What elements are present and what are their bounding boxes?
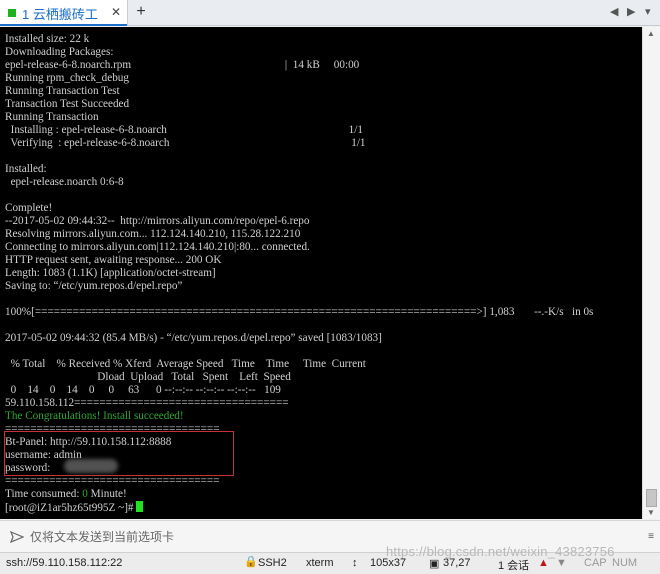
scroll-up-icon[interactable]: ▲ [647,29,655,38]
lock-icon: 🔒 [244,556,258,568]
credentials-highlight-box [4,431,234,476]
terminal-type: xterm [306,557,334,569]
terminal-lines-before: Installed size: 22 k Downloading Package… [5,33,594,409]
terminal-cursor [136,501,144,512]
watermark: https://blog.csdn.net/weixin_43823756 [386,544,615,559]
terminal-output[interactable]: Installed size: 22 k Downloading Package… [0,27,642,519]
tab-list-menu-icon[interactable]: ▾ [645,5,651,18]
num-lock-indicator: NUM [612,557,638,569]
terminal-scrollbar[interactable]: ▲ ▼ [642,27,660,519]
add-tab-button[interactable]: + [132,3,150,21]
success-message: The Congratulations! Install succeeded! [5,410,184,422]
tab-label: 1 云栖搬砖工 [22,6,98,22]
time-consumed-unit: Minute! [87,488,127,500]
session-count: 1 会话 [498,560,530,572]
redacted-password [64,459,118,473]
scroll-down-icon[interactable]: ▼ [647,508,655,517]
active-tab-indicator [0,24,127,26]
scroll-tabs-right-icon[interactable]: ▶ [627,5,635,18]
scroll-tabs-left-icon[interactable]: ◀ [610,5,618,18]
protocol-label: SSH2 [258,557,287,569]
connection-status-icon [8,9,16,17]
send-text-input[interactable]: 仅将文本发送到当前选项卡 [30,528,174,545]
close-tab-icon[interactable]: ✕ [111,5,121,19]
shell-prompt: [root@iZ1ar5hz65t995Z ~]# [5,502,137,514]
tab-bar: 1 云栖搬砖工 ✕ + ◀ ▶ ▾ [0,0,660,26]
resize-icon: ↕ [352,557,358,569]
tab-session-1[interactable]: 1 云栖搬砖工 ✕ [0,0,128,26]
time-consumed-label: Time consumed: [5,488,83,500]
connection-address: ssh://59.110.158.112:22 [6,557,123,569]
send-icon [10,530,24,543]
scrollbar-thumb[interactable] [646,489,657,507]
send-menu-icon[interactable]: ≡ [648,531,654,542]
